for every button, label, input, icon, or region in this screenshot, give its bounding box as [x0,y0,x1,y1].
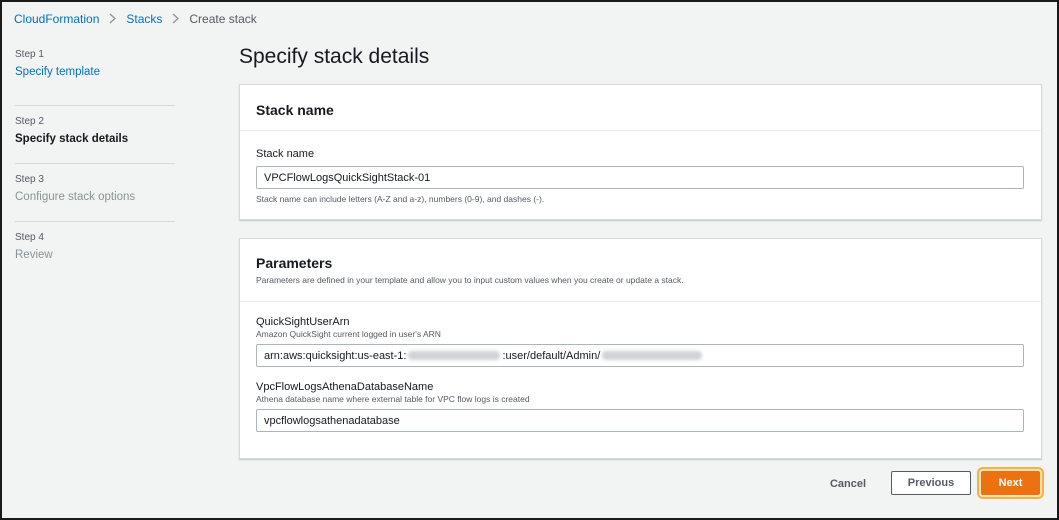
step-number: Step 2 [15,116,44,127]
quicksight-user-arn-input[interactable]: arn:aws:quicksight:us-east-1: :user/defa… [256,344,1024,367]
previous-button[interactable]: Previous [891,471,971,495]
step-number: Step 1 [15,49,44,60]
field-label: Stack name [256,148,315,160]
field-label: VpcFlowLogsAthenaDatabaseName [256,381,434,393]
field-description: Athena database name where external tabl… [256,394,530,404]
redacted-username [602,351,703,360]
breadcrumb-cloudformation[interactable]: CloudFormation [14,12,99,26]
wizard-step-3: Step 3 Configure stack options [15,164,175,222]
step-link-specify-template[interactable]: Specify template [15,63,175,81]
arn-middle: :user/default/Admin/ [502,349,601,362]
redacted-account-id [408,351,501,360]
stack-name-panel: Stack name Stack name VPCFlowLogsQuickSi… [239,84,1042,220]
wizard-step-4: Step 4 Review [15,222,175,280]
panel-body: Stack name VPCFlowLogsQuickSightStack-01… [240,131,1041,204]
arn-prefix: arn:aws:quicksight:us-east-1: [264,349,407,362]
panel-description: Parameters are defined in your template … [256,275,684,285]
panel-body: QuickSightUserArn Amazon QuickSight curr… [240,302,1041,432]
breadcrumb: CloudFormation Stacks Create stack [14,11,257,27]
step-title-disabled: Configure stack options [15,191,136,203]
panel-title: Stack name [256,102,334,118]
stack-name-input[interactable]: VPCFlowLogsQuickSightStack-01 [256,166,1024,189]
breadcrumb-stacks[interactable]: Stacks [126,12,162,26]
page-title: Specify stack details [239,45,430,68]
panel-header: Stack name [240,85,1041,131]
step-title-current: Specify stack details [15,133,129,145]
wizard-step-1: Step 1 Specify template [15,48,175,106]
step-number: Step 3 [15,174,44,185]
wizard-step-2: Step 2 Specify stack details [15,106,175,164]
panel-title: Parameters [256,255,333,271]
parameters-panel: Parameters Parameters are defined in you… [239,238,1042,459]
field-constraint: Stack name can include letters (A-Z and … [256,194,545,204]
breadcrumb-create-stack: Create stack [189,12,257,26]
step-number: Step 4 [15,232,44,243]
panel-header: Parameters Parameters are defined in you… [240,239,1041,302]
cancel-button[interactable]: Cancel [820,473,876,495]
wizard-steps: Step 1 Specify template Step 2 Specify s… [15,48,175,280]
chevron-right-icon [172,13,180,26]
field-description: Amazon QuickSight current logged in user… [256,329,441,339]
step-title-disabled: Review [15,249,53,261]
field-label: QuickSightUserArn [256,316,350,328]
next-button[interactable]: Next [981,471,1040,495]
athena-database-name-input[interactable]: vpcflowlogsathenadatabase [256,409,1024,432]
chevron-right-icon [109,13,117,26]
